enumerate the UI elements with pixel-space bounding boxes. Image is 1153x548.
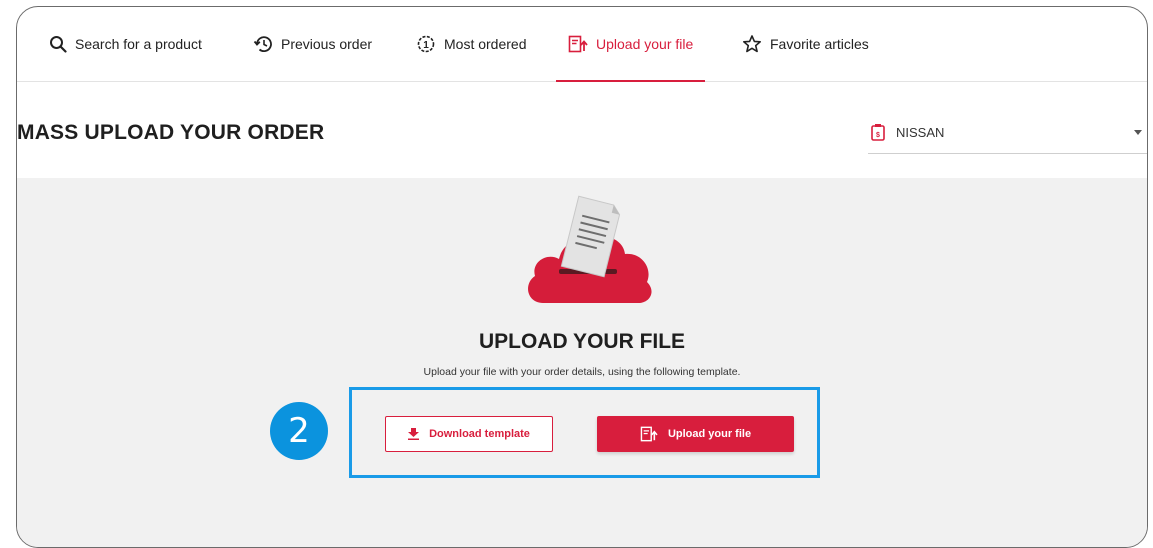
tab-label: Upload your file bbox=[596, 36, 694, 52]
tab-previous-order[interactable]: Previous order bbox=[253, 7, 372, 81]
tab-label: Previous order bbox=[281, 36, 373, 52]
step-badge: 2 bbox=[270, 402, 328, 460]
tab-upload-file[interactable]: Upload your file bbox=[555, 7, 706, 82]
file-upload-icon bbox=[568, 35, 588, 53]
badge-one-icon: 1 bbox=[417, 35, 435, 53]
upload-title: UPLOAD YOUR FILE bbox=[478, 330, 686, 353]
history-icon bbox=[253, 36, 272, 53]
svg-text:$: $ bbox=[876, 132, 880, 139]
tab-most-ordered[interactable]: 1 Most ordered bbox=[416, 7, 526, 81]
tab-label: Search for a product bbox=[75, 36, 202, 52]
page-title: MASS UPLOAD YOUR ORDER bbox=[17, 121, 325, 144]
tab-label: Most ordered bbox=[444, 36, 527, 52]
chevron-down-icon[interactable] bbox=[1134, 130, 1142, 135]
tab-favorite-articles[interactable]: Favorite articles bbox=[742, 7, 869, 81]
search-icon bbox=[50, 36, 67, 53]
tab-bar: Search for a product Previous order 1 Mo… bbox=[17, 7, 1147, 82]
cloud-upload-document-icon bbox=[528, 195, 652, 304]
svg-text:1: 1 bbox=[423, 40, 429, 51]
tab-label: Favorite articles bbox=[770, 36, 869, 52]
upload-description: Upload your file with your order details… bbox=[423, 366, 741, 378]
star-icon bbox=[742, 35, 762, 53]
annotation-highlight-box bbox=[349, 387, 820, 478]
brand-tag-icon: $ bbox=[871, 124, 885, 141]
tab-search-product[interactable]: Search for a product bbox=[49, 7, 202, 81]
upload-area: UPLOAD YOUR FILE Upload your file with y… bbox=[17, 178, 1147, 547]
brand-select[interactable]: $ NISSAN bbox=[868, 111, 1147, 154]
brand-select-value: NISSAN bbox=[896, 124, 945, 140]
